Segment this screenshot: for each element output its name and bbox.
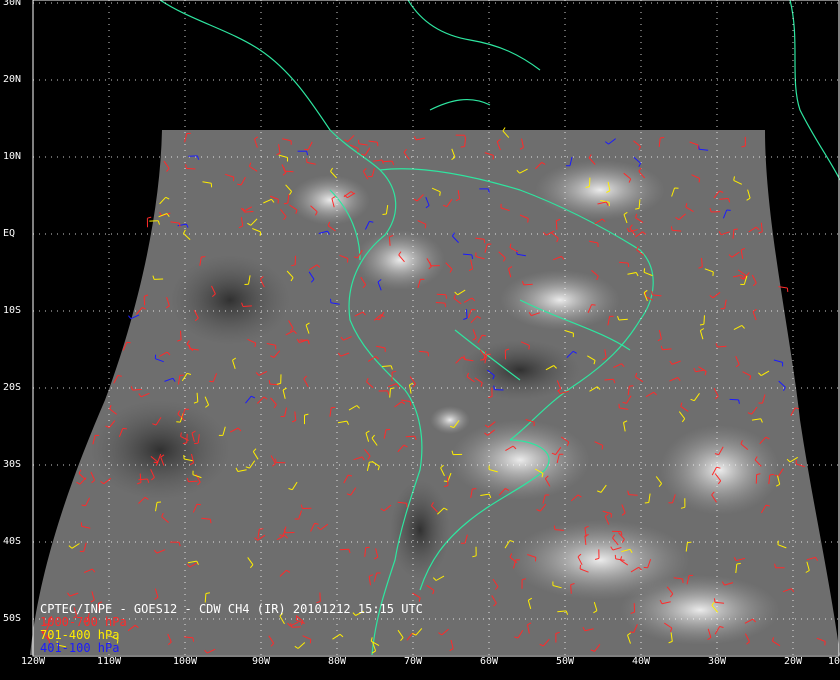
wind-barb-tick: [736, 562, 741, 565]
wind-barb-tick: [179, 223, 181, 228]
wind-barb-tick: [427, 352, 429, 357]
wind-barb-tick: [591, 304, 596, 306]
lat-label-50s: 50S: [3, 613, 22, 624]
wind-barb: [405, 435, 415, 438]
wind-barb: [465, 309, 468, 319]
lon-label-110w: 110W: [96, 656, 122, 667]
wind-barb: [628, 494, 638, 496]
wind-barb-tick: [147, 216, 152, 219]
wind-barb-tick: [769, 473, 774, 476]
wind-barb-tick: [205, 592, 210, 594]
wind-barb-tick: [209, 519, 212, 524]
wind-barb: [186, 167, 196, 170]
wind-barb-tick: [390, 387, 395, 390]
wind-barb: [244, 211, 254, 213]
wind-barb: [703, 315, 705, 325]
lat-label-10n: 10N: [3, 151, 22, 162]
wind-barb-tick: [627, 263, 630, 268]
legend-entry-high: 401-100 hPa: [40, 641, 120, 655]
wind-barb-tick: [194, 442, 199, 445]
wind-barb: [435, 302, 445, 304]
wind-barb: [242, 305, 252, 307]
wind-barb-tick: [644, 502, 649, 504]
wind-barb-tick: [439, 191, 441, 196]
wind-barb: [618, 318, 628, 321]
lon-label-90w: 90W: [251, 656, 271, 667]
lat-label-10s: 10S: [3, 305, 22, 316]
wind-barb-tick: [635, 207, 640, 210]
wind-barb: [180, 330, 182, 340]
wind-barb-tick: [471, 254, 474, 259]
wind-barb: [604, 378, 614, 381]
wind-barb-tick: [698, 145, 700, 150]
wind-barb-tick: [601, 445, 604, 450]
wind-barb-tick: [629, 385, 634, 387]
wind-barb-tick: [443, 480, 448, 482]
wind-barb: [188, 480, 198, 483]
wind-barb-tick: [406, 503, 408, 508]
wind-barb-tick: [687, 541, 692, 544]
wind-barb-tick: [670, 226, 673, 231]
lat-label-eq: EQ: [3, 228, 16, 239]
wind-barb-tick: [528, 345, 530, 350]
lat-label-30s: 30S: [3, 459, 22, 470]
wind-barb-tick: [365, 546, 370, 549]
lon-label-60w: 60W: [479, 656, 499, 667]
wind-barb: [555, 220, 558, 230]
wind-barb: [729, 398, 739, 401]
wind-barb: [383, 160, 393, 163]
wind-barb-tick: [259, 231, 262, 236]
wind-barb-tick: [651, 290, 653, 295]
wind-barb-tick: [527, 218, 529, 223]
lon-label-100w: 100W: [172, 656, 198, 667]
wind-barb-tick: [629, 631, 634, 633]
wind-barb-tick: [733, 228, 738, 231]
wind-barb-tick: [682, 578, 684, 583]
wind-barb-tick: [553, 525, 556, 530]
lon-label-120w: 120W: [20, 656, 46, 667]
wind-barb: [196, 392, 199, 402]
wind-barb: [523, 283, 533, 286]
wind-barb-tick: [376, 142, 379, 147]
lon-label-20w: 20W: [783, 656, 803, 667]
wind-barb-tick: [424, 224, 427, 229]
lon-label-30w: 30W: [707, 656, 727, 667]
wind-barb-tick: [698, 178, 701, 183]
lon-label-70w: 70W: [403, 656, 423, 667]
lat-label-30n: 30N: [3, 0, 22, 8]
wind-barb: [138, 478, 148, 481]
wind-barb-tick: [382, 213, 387, 215]
wind-barb-tick: [483, 239, 486, 244]
wind-barb: [570, 584, 572, 594]
lon-label-50w: 50W: [555, 656, 575, 667]
wind-barb-tick: [128, 315, 132, 320]
wind-barb-tick: [357, 148, 359, 153]
wind-barb-tick: [660, 136, 665, 139]
wind-barb: [132, 388, 142, 391]
lon-label-80w: 80W: [327, 656, 347, 667]
satellite-map: [30, 0, 840, 657]
wind-barb-tick: [126, 341, 131, 344]
wind-barb-tick: [254, 343, 257, 348]
lon-label-40w: 40W: [631, 656, 651, 667]
lat-label-20s: 20S: [3, 382, 22, 393]
wind-barb-tick: [196, 503, 201, 506]
wind-barb-tick: [460, 146, 465, 148]
wind-barb-tick: [283, 202, 288, 205]
wind-barb: [339, 548, 349, 551]
lon-label-10: 10: [827, 656, 840, 667]
wind-barb-tick: [713, 598, 716, 603]
wind-barb-tick: [777, 540, 779, 545]
wind-barb-tick: [122, 427, 127, 430]
wind-barb-tick: [643, 268, 646, 273]
lat-label-20n: 20N: [3, 74, 22, 85]
legend: CPTEC/INPE - GOES12 - CDW CH4 (IR) 20101…: [40, 603, 423, 655]
wind-barb: [388, 236, 391, 246]
lat-label-40s: 40S: [3, 536, 22, 547]
